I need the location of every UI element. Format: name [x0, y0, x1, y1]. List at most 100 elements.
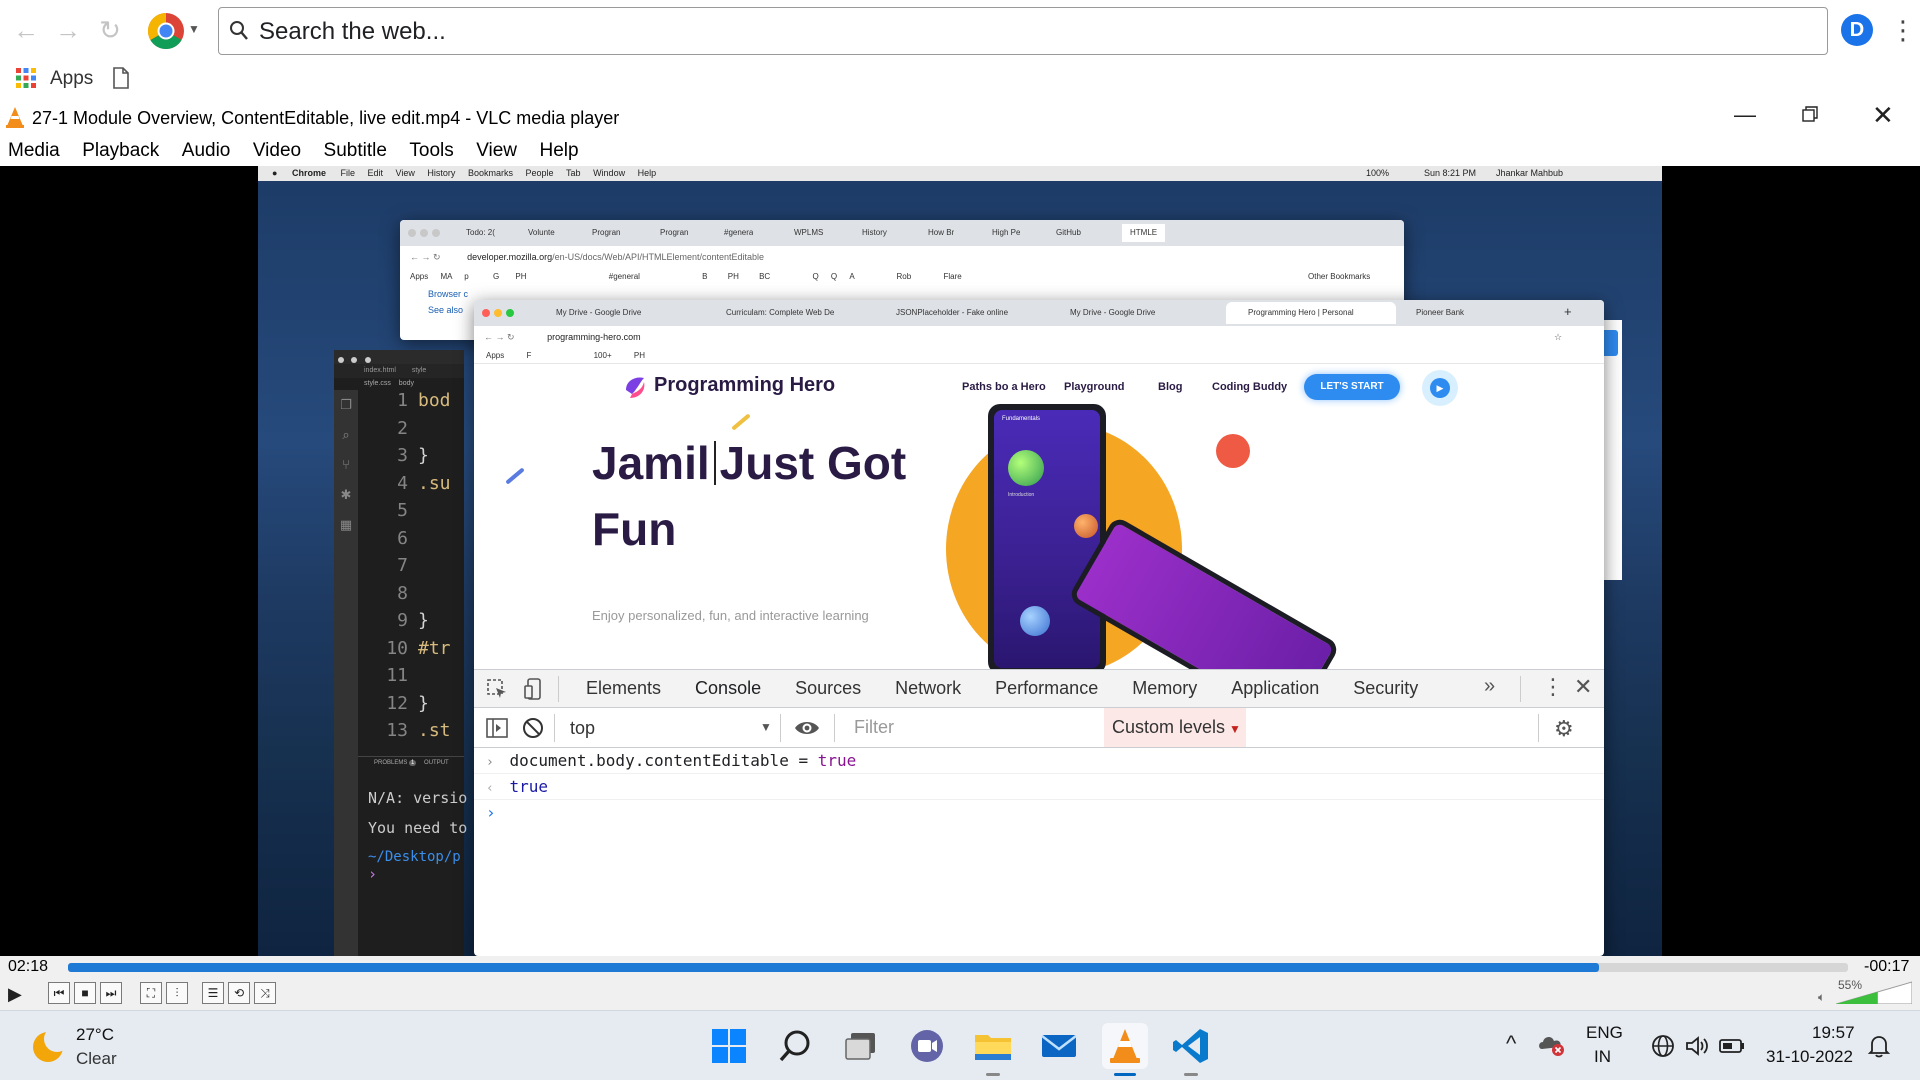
ph-logo-icon[interactable]	[622, 374, 648, 400]
reload-icon[interactable]: ↻	[94, 14, 126, 46]
clear-console-icon[interactable]	[522, 717, 544, 744]
new-tab-icon[interactable]: +	[1564, 304, 1572, 319]
context-caret-icon[interactable]: ▼	[760, 720, 772, 734]
console-filter-input[interactable]: Filter	[846, 712, 1102, 742]
language-code[interactable]: ENG	[1586, 1023, 1623, 1043]
minimize-icon[interactable]: —	[1734, 102, 1756, 128]
play-icon[interactable]: ▶	[8, 984, 22, 1005]
devtools-tab-performance[interactable]: Performance	[995, 678, 1098, 699]
menu-audio[interactable]: Audio	[182, 136, 231, 166]
menu-tools[interactable]: Tools	[409, 136, 453, 166]
playlist-icon[interactable]: ☰	[202, 982, 224, 1004]
stop-icon[interactable]: ■	[74, 982, 96, 1004]
devtools-tab-security[interactable]: Security	[1353, 678, 1418, 699]
close-icon[interactable]: ✕	[1872, 100, 1894, 131]
apps-grid-icon[interactable]	[16, 68, 36, 88]
forward-icon[interactable]: →	[52, 14, 84, 46]
menu-subtitle[interactable]: Subtitle	[324, 136, 387, 166]
window-close-dot[interactable]	[482, 309, 490, 317]
browser-tab-active[interactable]: Programming Hero | Personal	[1226, 302, 1396, 324]
console-settings-gear-icon[interactable]: ⚙	[1554, 716, 1574, 742]
task-view-icon[interactable]	[838, 1023, 884, 1069]
front-bm[interactable]: Apps	[486, 351, 504, 360]
language-region[interactable]: IN	[1594, 1047, 1611, 1067]
weather-description[interactable]: Clear	[76, 1049, 117, 1069]
ph-nav-blog[interactable]: Blog	[1158, 381, 1182, 393]
devtools-tab-sources[interactable]: Sources	[795, 678, 861, 699]
page-icon[interactable]	[112, 67, 130, 94]
menu-video[interactable]: Video	[253, 136, 301, 166]
console-output[interactable]: › document.body.contentEditable = true ‹…	[474, 748, 1604, 826]
search-input[interactable]: Search the web...	[218, 7, 1828, 55]
browser-tab[interactable]: Curriculam: Complete Web De	[726, 304, 866, 322]
speaker-icon[interactable]: 🔈︎	[1818, 990, 1825, 1005]
front-bm[interactable]: F	[526, 351, 531, 360]
onedrive-sync-error-icon[interactable]	[1538, 1033, 1566, 1064]
search-icon[interactable]	[772, 1023, 818, 1069]
clock-time[interactable]: 19:57	[1812, 1023, 1855, 1043]
inspect-element-icon[interactable]	[486, 678, 508, 705]
front-bm[interactable]: 100+	[594, 351, 612, 360]
live-expression-eye-icon[interactable]	[794, 717, 820, 744]
url-bar[interactable]: programming-hero.com	[547, 332, 641, 342]
devtools-menu-icon[interactable]: ⋮	[1542, 674, 1564, 700]
network-globe-icon[interactable]	[1650, 1033, 1676, 1064]
devtools-tab-memory[interactable]: Memory	[1132, 678, 1197, 699]
ph-nav-paths[interactable]: Paths bo a Hero	[962, 381, 1046, 393]
devtools-tab-elements[interactable]: Elements	[586, 678, 661, 699]
ph-subline[interactable]: Enjoy personalized, fun, and interactive…	[592, 608, 869, 623]
bookmark-apps[interactable]: Apps	[50, 68, 93, 90]
show-hidden-icons-icon[interactable]: ^	[1506, 1031, 1516, 1057]
volume-icon[interactable]	[1684, 1033, 1710, 1064]
browser-tab[interactable]: My Drive - Google Drive	[1070, 304, 1200, 322]
menu-media[interactable]: Media	[8, 136, 60, 166]
context-select[interactable]: top	[570, 718, 595, 739]
more-menu-icon[interactable]: ⋮	[1890, 14, 1916, 46]
devtools-tab-network[interactable]: Network	[895, 678, 961, 699]
ph-headline-rest[interactable]: Just Got	[720, 437, 907, 489]
extensions-icon[interactable]: ▦	[334, 510, 358, 540]
bookmark-star-icon[interactable]: ☆	[1554, 326, 1562, 348]
start-icon[interactable]	[706, 1023, 752, 1069]
ph-headline-line-2[interactable]: Fun	[592, 502, 676, 556]
weather-moon-icon[interactable]	[30, 1026, 70, 1070]
source-control-icon[interactable]: ⑂	[334, 450, 358, 480]
profile-avatar[interactable]: D	[1841, 14, 1873, 46]
ph-brand[interactable]: Programming Hero	[654, 374, 835, 397]
panel-tab-output[interactable]: OUTPUT	[424, 760, 449, 766]
console-prompt-icon[interactable]: ›	[486, 803, 496, 822]
restore-icon[interactable]	[1802, 106, 1818, 122]
clock-date[interactable]: 31-10-2022	[1766, 1047, 1853, 1067]
window-zoom-dot[interactable]	[506, 309, 514, 317]
window-minimize-dot[interactable]	[494, 309, 502, 317]
video-surface[interactable]: ● Chrome File Edit View History Bookmark…	[0, 166, 1920, 956]
panel-tab-problems[interactable]: PROBLEMS	[374, 760, 407, 766]
ph-nav-playground[interactable]: Playground	[1064, 381, 1125, 393]
devtools-tab-console[interactable]: Console	[695, 678, 762, 710]
weather-temperature[interactable]: 27°C	[76, 1025, 114, 1045]
ph-play-icon[interactable]: ▶	[1422, 370, 1458, 406]
extended-settings-icon[interactable]: ⫶	[166, 982, 188, 1004]
chrome-logo-icon[interactable]	[146, 11, 186, 51]
browser-tab[interactable]: Pioneer Bank	[1416, 304, 1536, 322]
log-levels-dropdown[interactable]: Custom levels ▼	[1104, 708, 1246, 747]
notification-bell-icon[interactable]	[1866, 1033, 1892, 1064]
devtools-tab-application[interactable]: Application	[1231, 678, 1319, 699]
menu-view[interactable]: View	[476, 136, 517, 166]
battery-icon[interactable]	[1718, 1035, 1746, 1062]
more-tabs-icon[interactable]: »	[1484, 675, 1495, 698]
browser-tab[interactable]: My Drive - Google Drive	[556, 304, 686, 322]
shuffle-icon[interactable]: ⤨	[254, 982, 276, 1004]
menu-playback[interactable]: Playback	[82, 136, 159, 166]
devtools-close-icon[interactable]: ✕	[1574, 674, 1592, 700]
ph-headline-edited-word[interactable]: Jamil	[592, 437, 710, 489]
previous-icon[interactable]: ⏮	[48, 982, 70, 1004]
fullscreen-icon[interactable]: ⛶	[140, 982, 162, 1004]
mail-icon[interactable]	[1036, 1023, 1082, 1069]
ph-nav-coding-buddy[interactable]: Coding Buddy	[1212, 381, 1287, 393]
vlc-taskbar-icon[interactable]	[1102, 1023, 1148, 1069]
back-icon[interactable]: ←	[10, 14, 42, 46]
front-bm[interactable]: PH	[634, 351, 645, 360]
sidebar-toggle-icon[interactable]	[486, 718, 508, 743]
browser-tab[interactable]: JSONPlaceholder - Fake online	[896, 304, 1030, 322]
